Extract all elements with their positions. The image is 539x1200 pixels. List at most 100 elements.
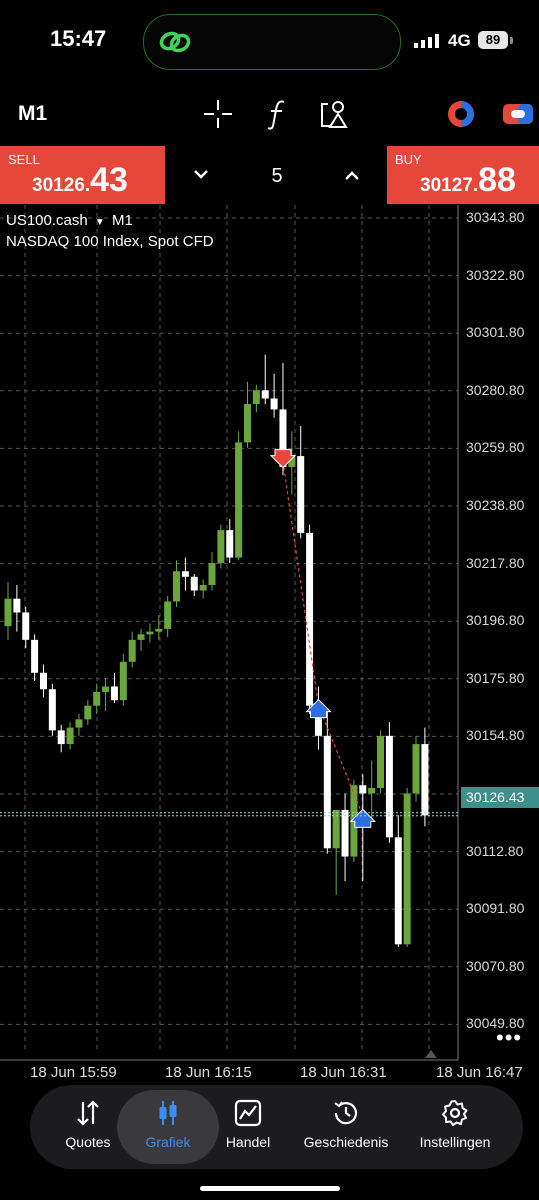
price-tick-label: 30322.80	[466, 266, 525, 283]
candle-down	[31, 639, 39, 673]
candle-down	[181, 571, 189, 577]
buy-price-main: 30127.	[420, 175, 479, 196]
link-icon	[159, 31, 191, 53]
nav-trade[interactable]: Handel	[203, 1092, 293, 1150]
symbol-timeframe: M1	[111, 212, 133, 229]
candle-up	[4, 598, 12, 627]
candle-down	[22, 612, 30, 640]
trading-signals-icon[interactable]	[443, 96, 479, 132]
candle-down	[306, 532, 314, 706]
settings-icon	[442, 1100, 468, 1126]
candle-up	[217, 530, 225, 564]
price-tick-label: 30112.80	[466, 842, 524, 859]
increase-lot-icon[interactable]	[343, 168, 361, 182]
candle-down	[48, 689, 56, 731]
price-tick-label: 30091.80	[466, 900, 525, 917]
buy-price-big: 88	[478, 161, 516, 199]
trade-icon	[234, 1099, 262, 1127]
candle-up	[84, 705, 92, 720]
candle-up	[128, 639, 136, 662]
symbol-label[interactable]: US100.cash ▼ M1	[6, 212, 133, 229]
candle-down	[341, 809, 349, 857]
battery-tip	[510, 37, 513, 44]
price-tick-label: 30154.80	[466, 727, 525, 744]
candle-down	[13, 598, 21, 613]
price-tick-label: 30238.80	[466, 497, 525, 513]
symbol-description: NASDAQ 100 Index, Spot CFD	[6, 233, 214, 250]
one-click-trading-icon[interactable]	[500, 96, 536, 132]
timeframe-button[interactable]: M1	[18, 102, 47, 126]
candle-down	[394, 837, 402, 945]
sell-price-main: 30126.	[32, 175, 91, 196]
sell-price-big: 43	[90, 161, 128, 199]
network-label: 4G	[448, 31, 471, 50]
candle-up	[93, 691, 101, 706]
price-tick-label: 30070.80	[466, 957, 525, 974]
nav-label-chart: Grafiek	[145, 1134, 191, 1150]
price-tick-label: 30259.80	[466, 439, 525, 456]
candle-down	[385, 735, 393, 838]
candle-up	[137, 634, 145, 640]
lot-value[interactable]: 5	[257, 165, 297, 188]
chart-grid	[0, 205, 459, 1061]
nav-settings[interactable]: Instellingen	[410, 1092, 500, 1150]
candle-up	[377, 735, 385, 788]
status-time: 15:47	[50, 26, 107, 51]
nav-label-settings: Instellingen	[419, 1134, 491, 1150]
candle-down	[421, 744, 429, 816]
battery-icon: 89	[478, 31, 508, 49]
nav-label-trade: Handel	[225, 1134, 271, 1150]
candle-up	[66, 727, 74, 745]
crosshair-icon[interactable]	[200, 96, 236, 132]
current-price-tag: 30126.43	[461, 787, 539, 808]
price-tick-label: 30196.80	[466, 612, 525, 629]
candle-down	[297, 456, 305, 533]
buy-label: BUY	[395, 152, 422, 167]
more-icon[interactable]: •••	[496, 1025, 522, 1051]
home-indicator	[200, 1186, 340, 1191]
candle-down	[57, 730, 65, 745]
time-tick-label: 18 Jun 16:15	[165, 1064, 252, 1081]
price-tick-label: 30301.80	[466, 324, 525, 341]
candle-up	[102, 686, 110, 692]
candles	[4, 354, 429, 948]
candle-up	[164, 601, 172, 629]
buy-button[interactable]: BUY 30127.88	[387, 146, 539, 204]
candle-up	[208, 563, 216, 585]
chart-icon	[159, 1101, 177, 1125]
candle-up	[412, 744, 420, 794]
candle-down	[270, 398, 278, 410]
price-tick-label: 30217.80	[466, 554, 525, 571]
candle-down	[190, 576, 198, 591]
nav-label-history: Geschiedenis	[303, 1134, 389, 1150]
nav-chart[interactable]: Grafiek	[123, 1092, 213, 1150]
candle-up	[119, 661, 127, 701]
caret-down-icon: ▼	[94, 217, 105, 228]
candle-up	[243, 403, 251, 443]
scroll-end-icon	[425, 1050, 437, 1058]
candle-down	[359, 785, 367, 794]
nav-history[interactable]: Geschiedenis	[301, 1092, 391, 1150]
candle-up	[155, 628, 163, 632]
price-chart[interactable]	[0, 205, 539, 1065]
candle-down	[226, 530, 234, 558]
nav-quotes[interactable]: Quotes	[43, 1092, 133, 1150]
time-tick-label: 18 Jun 16:47	[436, 1064, 523, 1081]
time-tick-label: 18 Jun 16:31	[300, 1064, 387, 1081]
decrease-lot-icon[interactable]	[192, 168, 210, 182]
time-tick-label: 18 Jun 15:59	[30, 1064, 117, 1081]
price-tick-label: 30175.80	[466, 669, 525, 686]
candle-down	[261, 390, 269, 399]
candle-up	[252, 390, 260, 404]
candle-up	[235, 442, 243, 558]
objects-icon[interactable]	[318, 96, 354, 132]
symbol-name: US100.cash	[6, 212, 88, 229]
sell-button[interactable]: SELL 30126.43	[0, 146, 165, 204]
candle-down	[323, 735, 331, 849]
dynamic-island	[143, 14, 401, 70]
indicators-icon[interactable]	[260, 96, 296, 132]
nav-label-quotes: Quotes	[65, 1134, 111, 1150]
candle-up	[199, 584, 207, 591]
history-icon	[334, 1101, 358, 1125]
candle-up	[368, 787, 376, 794]
